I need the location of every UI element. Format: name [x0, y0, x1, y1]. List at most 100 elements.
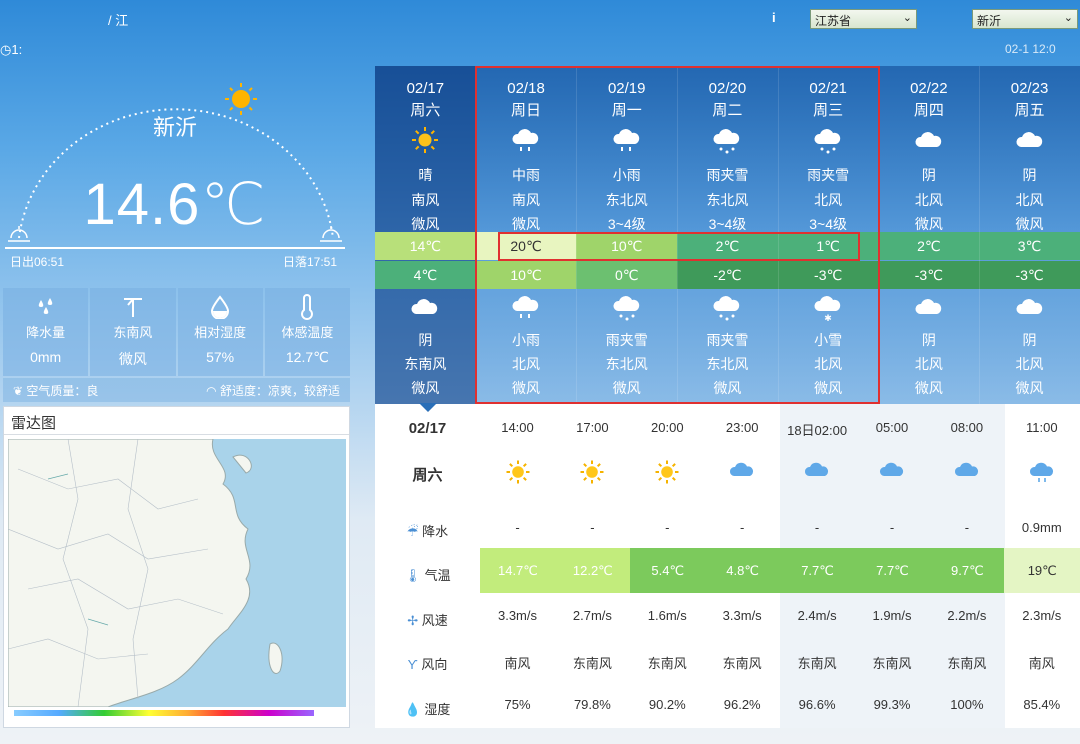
cloud-icon — [780, 459, 855, 484]
sun-icon — [555, 459, 630, 488]
windmill-icon: ✢ — [407, 613, 419, 628]
stat-wind: 东南风 微风 — [90, 288, 176, 376]
hourly-humidity: 90.2% — [648, 697, 686, 712]
day-wind-direction: 北风 — [914, 191, 943, 208]
forecast-weekday: 周五 — [1014, 102, 1045, 119]
high-temperature: 2℃ — [878, 232, 980, 260]
publish-time-text: 1: — [11, 42, 23, 57]
hourly-precip: - — [889, 520, 895, 535]
cloud-icon — [375, 292, 476, 322]
hourly-time: 23:00 — [725, 420, 759, 435]
row-label-text: 风速 — [421, 613, 448, 628]
horizon-line — [5, 247, 345, 249]
forecast-day-02-22[interactable]: 02/22 周四 阴 北风 微风 2℃ -3℃ 阴 北风 微风 — [878, 66, 980, 404]
humidity-drop-icon: 💧 — [404, 702, 421, 717]
air-quality-bar: ❦ 空气质量：良 ◠ 舒适度：凉爽，较舒适 — [3, 378, 350, 402]
stat-label: 降水量 — [26, 325, 66, 340]
forecast-day-02-17[interactable]: 02/17 周六 晴 南风 微风 14℃ 4℃ 阴 东南风 微风 — [375, 66, 476, 404]
row-label-text: 降水 — [422, 524, 449, 539]
hourly-humidity: 99.3% — [873, 697, 911, 712]
city-select[interactable]: 新沂 ⌄ — [972, 9, 1078, 29]
current-city: 新沂 — [152, 115, 197, 140]
low-temperature: -3℃ — [878, 261, 980, 289]
hourly-wind-direction: 东南风 — [797, 656, 837, 671]
hourly-precip: - — [740, 520, 745, 535]
sun-arc — [8, 83, 342, 242]
air-quality: ❦ 空气质量：良 — [13, 382, 98, 399]
stat-value: 微风 — [118, 351, 147, 367]
cloud-icon — [979, 124, 1080, 156]
rain-icon — [1004, 459, 1079, 488]
hourly-humidity: 100% — [950, 697, 984, 712]
hourly-humidity: 96.6% — [798, 697, 836, 712]
hourly-wind-direction: 东南风 — [722, 656, 762, 671]
hourly-precip: - — [665, 520, 670, 535]
night-wind-direction: 北风 — [914, 356, 943, 372]
highlight-box-high-temps — [497, 232, 860, 261]
selected-day-pointer — [419, 403, 437, 412]
night-wind-level: 微风 — [411, 380, 440, 396]
humidity-drop-icon — [178, 294, 263, 320]
row-label-wind-speed: ✢ 风速 — [375, 610, 480, 629]
top-bar: / 江 i 江苏省 ⌄ 新沂 ⌄ — [0, 0, 1080, 38]
high-temperature: 14℃ — [375, 232, 476, 260]
hourly-precip: 0.9mm — [1021, 520, 1062, 535]
comfort: ◠ 舒适度：凉爽，较舒适 — [206, 382, 340, 399]
hourly-wind-direction: 南风 — [1028, 656, 1055, 671]
stat-precip: 降水量 0mm — [3, 288, 89, 376]
gauge-icon: ◠ — [206, 383, 220, 398]
radar-map[interactable] — [8, 439, 346, 707]
info-icon[interactable]: i — [772, 10, 776, 25]
hourly-forecast: 02/17 周六 ☔ 降水 🌡 气温 ✢ 风速 ϒ 风向 💧 湿度 14:00 -… — [375, 403, 1080, 728]
clock-icon: ◷ — [0, 42, 12, 57]
hourly-wind-speed: 2.7m/s — [572, 608, 612, 623]
hourly-temperature: 7.7℃ — [779, 548, 856, 593]
hourly-humidity: 96.2% — [723, 697, 761, 712]
stat-humidity: 相对湿度 57% — [177, 288, 263, 376]
province-select[interactable]: 江苏省 ⌄ — [810, 9, 917, 29]
sun-icon — [480, 459, 555, 488]
hourly-humidity: 75% — [504, 697, 531, 712]
hourly-wind-speed: 2.4m/s — [797, 608, 837, 623]
radar-panel: 雷达图 — [3, 406, 350, 728]
chevron-down-icon: ⌄ — [902, 12, 912, 24]
hourly-wind-direction: 东南风 — [572, 656, 612, 671]
night-weather: 阴 — [418, 332, 433, 348]
current-stats: 降水量 0mm 东南风 微风 相对湿度 57% 体感温度 12.7℃ — [3, 288, 350, 376]
hourly-time: 11:00 — [1026, 420, 1058, 435]
hourly-temperature: 12.2℃ — [554, 548, 631, 593]
hourly-time: 05:00 — [875, 420, 909, 435]
thermometer-icon — [265, 294, 350, 320]
row-label-text: 气温 — [424, 568, 451, 583]
forecast-date: 02/17 — [406, 80, 445, 97]
hourly-wind-direction: 东南风 — [872, 656, 912, 671]
breadcrumb[interactable]: / 江 — [108, 10, 128, 29]
night-wind-direction: 北风 — [1015, 356, 1044, 372]
hourly-time: 08:00 — [950, 420, 984, 435]
cloud-icon — [979, 292, 1080, 322]
hourly-wind-speed: 1.9m/s — [872, 608, 912, 623]
publish-time-right: 02-1 12:0 — [1005, 42, 1056, 56]
hourly-temperature: 7.7℃ — [854, 548, 931, 593]
row-label-text: 湿度 — [424, 702, 451, 717]
hourly-precip: - — [515, 520, 520, 535]
chevron-down-icon: ⌄ — [1063, 12, 1073, 24]
day-wind-direction: 南风 — [411, 191, 440, 208]
forecast-day-02-23[interactable]: 02/23 周五 阴 北风 微风 3℃ -3℃ 阴 北风 微风 — [979, 66, 1080, 404]
sunset-time: 日落17:51 — [283, 255, 338, 269]
stat-value: 57% — [206, 349, 235, 365]
cloud-icon — [879, 292, 980, 322]
row-label-humidity: 💧 湿度 — [375, 699, 480, 718]
forecast-weekday: 周四 — [913, 102, 944, 119]
day-weather: 晴 — [418, 167, 433, 183]
hourly-wind-speed: 3.3m/s — [497, 608, 537, 623]
precip-icon: ☔ — [406, 524, 419, 539]
hourly-temperature: 19℃ — [1004, 548, 1080, 593]
stat-label: 体感温度 — [281, 325, 334, 340]
low-temperature: 4℃ — [375, 261, 476, 289]
night-weather: 阴 — [921, 332, 936, 348]
seven-day-forecast: 02/17 周六 晴 南风 微风 14℃ 4℃ 阴 东南风 微风 02/18 周… — [375, 66, 1080, 404]
stat-label: 东南风 — [113, 325, 153, 340]
hourly-humidity: 85.4% — [1023, 697, 1061, 712]
stat-label: 相对湿度 — [194, 325, 247, 340]
